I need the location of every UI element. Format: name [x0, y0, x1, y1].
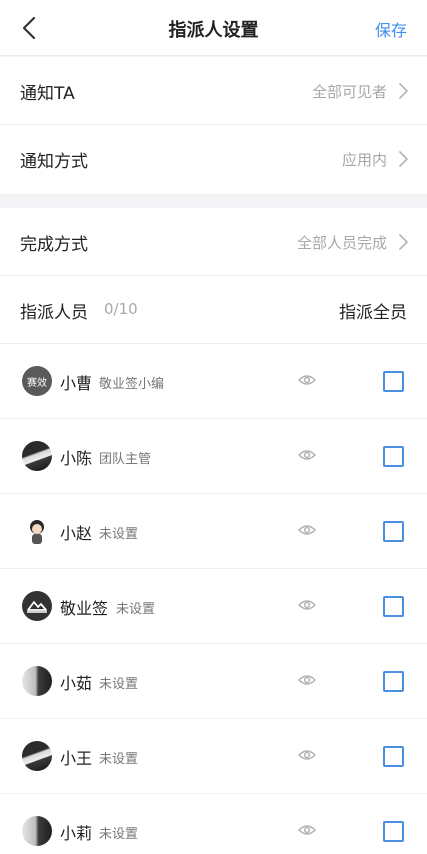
member-role: 未设置: [116, 602, 156, 617]
notify-method-row[interactable]: 通知方式 应用内: [0, 125, 427, 193]
member-checkbox[interactable]: [383, 371, 404, 392]
avatar: [22, 591, 52, 621]
member-role: 敬业签小编: [99, 377, 165, 392]
assignees-header: 指派人员 0/10 指派全员: [0, 276, 427, 344]
member-checkbox[interactable]: [383, 521, 404, 542]
member-row[interactable]: 小陈 团队主管: [0, 419, 427, 494]
member-name: 小赵: [60, 524, 93, 543]
eye-icon[interactable]: [298, 748, 316, 762]
notify-ta-row[interactable]: 通知TA 全部可见者: [0, 57, 427, 125]
member-checkbox[interactable]: [383, 671, 404, 692]
eye-icon[interactable]: [298, 373, 316, 387]
complete-method-value: 全部人员完成: [296, 234, 387, 252]
member-name: 敬业签: [60, 599, 109, 618]
notify-ta-value: 全部可见者: [311, 83, 387, 101]
avatar: [22, 516, 52, 546]
avatar: [22, 816, 52, 846]
member-name: 小曹: [60, 374, 93, 393]
member-row[interactable]: 小王 未设置: [0, 719, 427, 794]
eye-icon[interactable]: [298, 523, 316, 537]
eye-icon[interactable]: [298, 598, 316, 612]
nav-bar: 指派人设置 保存: [0, 0, 427, 56]
member-role: 未设置: [99, 527, 139, 542]
save-button[interactable]: 保存: [375, 17, 407, 41]
logo-icon: [27, 601, 47, 613]
member-row[interactable]: 小赵 未设置: [0, 494, 427, 569]
page-title: 指派人设置: [168, 20, 259, 41]
member-role: 团队主管: [99, 452, 152, 467]
member-checkbox[interactable]: [383, 446, 404, 467]
chevron-right-icon: [399, 234, 408, 250]
assignees-label: 指派人员: [20, 303, 88, 323]
chevron-right-icon: [399, 83, 408, 99]
avatar-text: 赛效: [27, 378, 47, 389]
notify-method-label: 通知方式: [20, 152, 88, 172]
notify-ta-label: 通知TA: [20, 84, 75, 104]
notify-settings-group: 通知TA 全部可见者 通知方式 应用内: [0, 57, 427, 194]
assign-all-button[interactable]: 指派全员: [339, 298, 407, 323]
chevron-right-icon: [399, 151, 408, 167]
member-checkbox[interactable]: [383, 596, 404, 617]
eye-icon[interactable]: [298, 448, 316, 462]
complete-method-row[interactable]: 完成方式 全部人员完成: [0, 208, 427, 276]
member-name: 小王: [60, 749, 93, 768]
member-row[interactable]: 小莉 未设置: [0, 794, 427, 854]
eye-icon[interactable]: [298, 823, 316, 837]
member-checkbox[interactable]: [383, 821, 404, 842]
avatar: 赛效: [22, 366, 52, 396]
member-name: 小陈: [60, 449, 93, 468]
member-name: 小茹: [60, 674, 93, 693]
member-role: 未设置: [99, 677, 139, 692]
eye-icon[interactable]: [298, 673, 316, 687]
member-role: 未设置: [99, 827, 139, 842]
member-row[interactable]: 敬业签 未设置: [0, 569, 427, 644]
member-checkbox[interactable]: [383, 746, 404, 767]
member-name: 小莉: [60, 824, 93, 843]
complete-method-label: 完成方式: [20, 235, 88, 255]
notify-method-value: 应用内: [341, 151, 387, 169]
avatar: [22, 441, 52, 471]
assign-settings-group: 完成方式 全部人员完成 指派人员 0/10 指派全员 赛效 小曹 敬业签小编 小…: [0, 208, 427, 854]
member-role: 未设置: [99, 752, 139, 767]
avatar: [22, 741, 52, 771]
assignees-count: 0/10: [104, 300, 138, 318]
member-row[interactable]: 赛效 小曹 敬业签小编: [0, 344, 427, 419]
member-row[interactable]: 小茹 未设置: [0, 644, 427, 719]
cartoon-avatar-icon: [30, 520, 44, 544]
avatar: [22, 666, 52, 696]
